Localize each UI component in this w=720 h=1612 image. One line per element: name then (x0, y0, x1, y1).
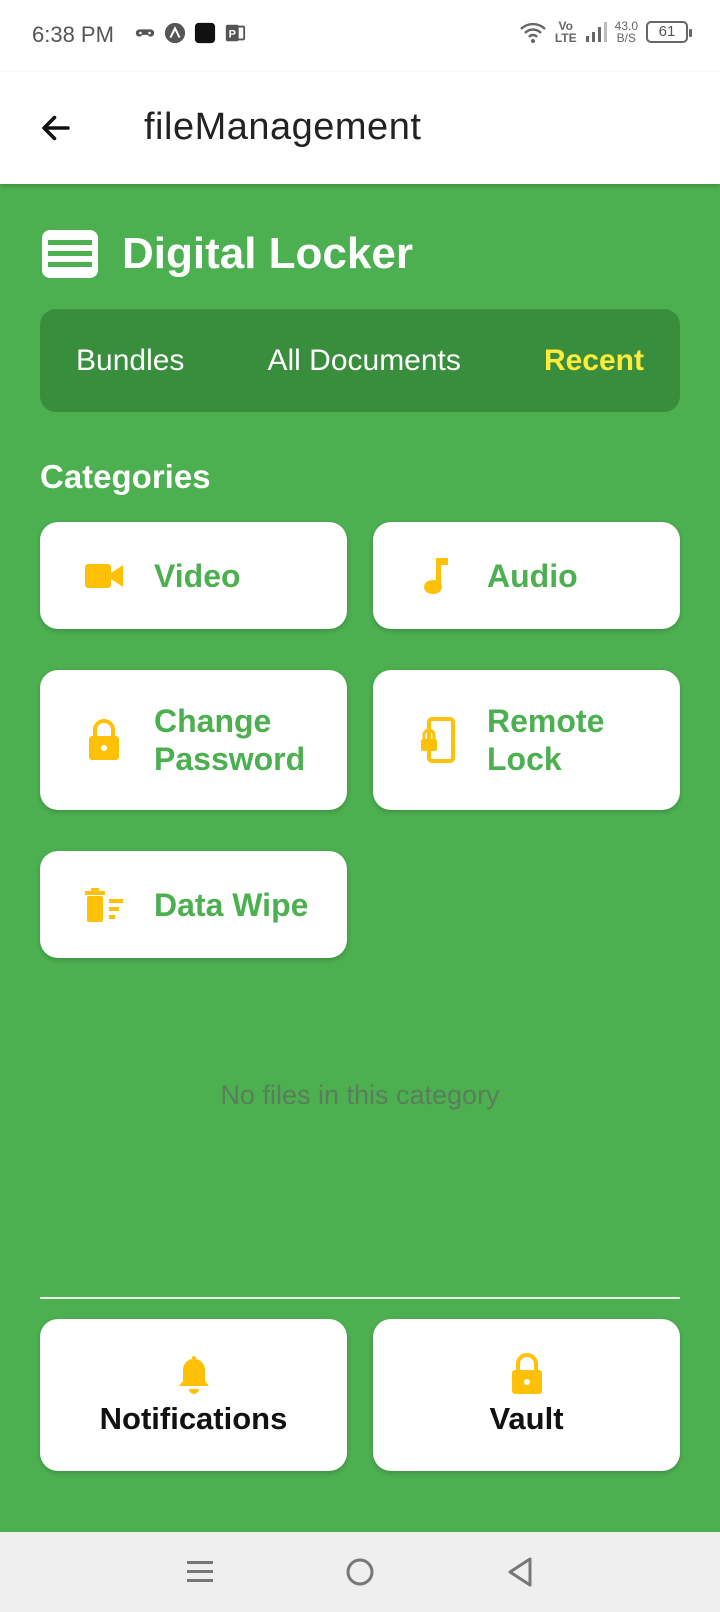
category-label: Data Wipe (154, 886, 309, 923)
empty-message: No files in this category (220, 1080, 500, 1110)
app-title: fileManagement (144, 106, 422, 148)
tab-bundles[interactable]: Bundles (76, 344, 184, 378)
locker-header: Digital Locker (40, 228, 413, 280)
phone-lock-icon (413, 716, 461, 764)
system-nav-bar (0, 1532, 720, 1612)
menu-icon (187, 1561, 213, 1582)
vault-button[interactable]: Vault (373, 1319, 680, 1471)
category-change-password-card[interactable]: Change Password (40, 670, 347, 810)
videocam-icon (80, 552, 128, 600)
wifi-icon (520, 22, 546, 43)
status-time: 6:38 PM (32, 22, 114, 47)
bell-icon (173, 1353, 215, 1395)
svg-text:P: P (229, 29, 236, 41)
category-label: Video (154, 557, 241, 594)
lock-icon (80, 716, 128, 764)
notifications-button[interactable]: Notifications (40, 1319, 347, 1471)
arrow-left-icon (42, 115, 70, 141)
locker-list-icon (40, 228, 100, 280)
tab-bar: Bundles All Documents Recent (40, 309, 680, 412)
network-speed: 43.0 B/S (614, 19, 638, 45)
back-nav-button[interactable] (490, 1542, 550, 1602)
delete-sweep-icon (80, 881, 128, 929)
category-remote-lock-card[interactable]: Remote Lock (373, 670, 680, 810)
category-video-card[interactable]: Video (40, 522, 347, 629)
battery-level: 61 (658, 23, 676, 40)
system-icons: Vo LTE 43.0 B/S 61 (519, 19, 692, 45)
page-title: Digital Locker (122, 229, 413, 278)
tab-recent[interactable]: Recent (544, 344, 644, 378)
battery-indicator: 61 (646, 21, 692, 43)
signal-icon (585, 22, 607, 42)
category-data-wipe-card[interactable]: Data Wipe (40, 851, 347, 958)
gamepad-icon (135, 29, 155, 37)
app-a-icon (164, 22, 186, 44)
status-bar: 6:38 PM P Vo LTE 43.0 B/S 61 (0, 0, 720, 72)
black-square-icon (194, 22, 216, 44)
app-bar: fileManagement (0, 72, 720, 184)
app-p-icon: P (225, 24, 246, 42)
notifications-label: Notifications (99, 1401, 288, 1436)
notification-icons: P (134, 22, 246, 44)
volte-indicator: Vo LTE (554, 19, 577, 45)
recents-button[interactable] (170, 1542, 230, 1602)
tab-all-documents[interactable]: All Documents (267, 344, 460, 378)
categories-title: Categories (40, 458, 211, 495)
home-button[interactable] (330, 1542, 390, 1602)
category-audio-card[interactable]: Audio (373, 522, 680, 629)
lock-icon (506, 1353, 548, 1395)
music-note-icon (413, 552, 461, 600)
triangle-back-icon (508, 1557, 532, 1587)
back-button[interactable] (30, 102, 82, 154)
category-label: Change Password (154, 703, 306, 777)
category-label: Audio (487, 557, 578, 594)
divider (40, 1297, 680, 1299)
vault-label: Vault (489, 1401, 564, 1436)
circle-home-icon (346, 1558, 374, 1586)
category-label: Remote Lock (487, 703, 605, 777)
